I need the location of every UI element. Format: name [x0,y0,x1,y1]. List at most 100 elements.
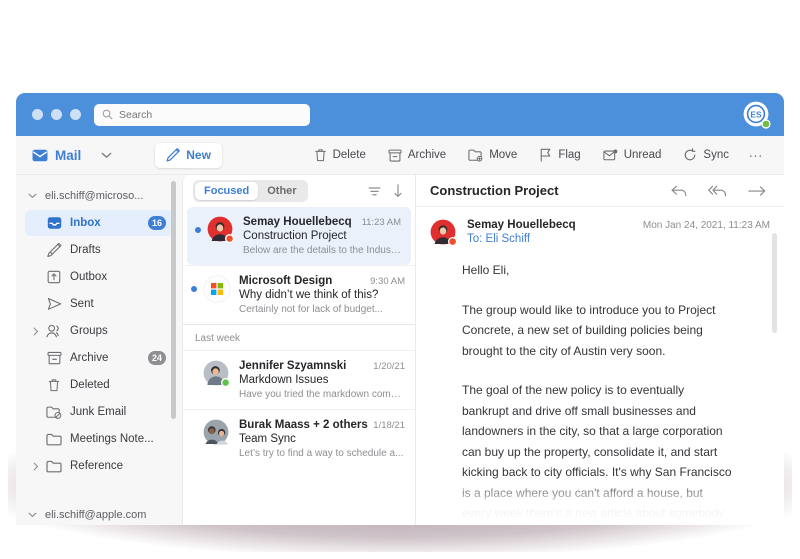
delete-button[interactable]: Delete [303,148,377,162]
sidebar-item-reference[interactable]: Reference [25,453,173,479]
account-email: eli.schiff@apple.com [45,509,147,521]
sync-button[interactable]: Sync [672,148,740,162]
envelope-dot-icon [603,148,618,162]
account-avatar[interactable]: ES [743,101,771,129]
tab-other[interactable]: Other [258,182,305,200]
move-button[interactable]: Move [457,148,528,162]
sidebar-item-sent[interactable]: Sent [25,291,173,317]
message-list-header: Focused Other [183,175,415,207]
sidebar-item-archive[interactable]: Archive 24 [25,345,173,371]
account-header-1[interactable]: eli.schiff@apple.com [16,502,182,525]
window-body: eli.schiff@microso... Inbox 16 Drafts Ou… [16,175,784,525]
message-subject: Construction Project [243,230,347,242]
chevron-right-icon[interactable] [29,462,43,471]
message-sender: Burak Maass + 2 others [239,419,368,431]
message-list-item[interactable]: Burak Maass + 2 others 1/18/21 Team Sync… [183,409,415,468]
sidebar-item-label: Deleted [70,379,110,391]
sync-label: Sync [703,149,729,161]
outbox-icon [43,270,65,284]
reading-pane: Construction Project Semay Houellebecq T… [416,175,784,525]
sender-meta: Semay Houellebecq To: Eli Schiff [467,219,643,247]
sidebar-item-groups[interactable]: Groups [25,318,173,344]
mail-window: ES Mail New [16,93,784,525]
message-subject: Markdown Issues [239,374,329,386]
filter-icon[interactable] [368,186,381,197]
compose-icon [166,148,181,162]
sender-avatar [430,219,458,247]
chevron-down-icon[interactable] [28,512,37,518]
message-preview: Let’s try to find a way to schedule a... [239,448,404,459]
folder-icon [43,460,65,473]
folder-move-icon [468,148,483,162]
message-time: 9:30 AM [370,276,405,287]
unread-count-badge: 16 [147,216,166,230]
message-sender: Jennifer Szyamnski [239,360,347,372]
sort-descending-icon[interactable] [393,184,403,198]
search-box[interactable] [94,103,310,126]
account-header-0[interactable]: eli.schiff@microso... [16,183,182,209]
folder-icon [43,433,65,446]
recipients[interactable]: To: Eli Schiff [467,233,643,245]
chevron-right-icon[interactable] [29,327,43,336]
sidebar-item-drafts[interactable]: Drafts [25,237,173,263]
message-list-pane: Focused Other Semay Houellebecq 11:23 AM… [182,175,416,525]
avatar [207,216,235,256]
unread-count-badge: 24 [147,351,166,365]
avatar [203,419,231,459]
new-message-button[interactable]: New [155,142,222,168]
sidebar-scrollbar[interactable] [171,181,176,419]
sidebar-item-label: Outbox [70,271,108,283]
tab-focused[interactable]: Focused [195,182,259,200]
flag-label: Flag [558,149,581,161]
message-time: 11:23 AM [361,217,401,228]
move-label: Move [489,149,518,161]
message-list-item[interactable]: Semay Houellebecq 11:23 AM Construction … [187,207,411,265]
forward-icon[interactable] [748,185,766,197]
message-time: 1/20/21 [373,361,405,372]
body-paragraph: The goal of the new policy is to eventua… [462,383,732,520]
sidebar-item-outbox[interactable]: Outbox [25,264,173,290]
message-date: Mon Jan 24, 2021, 11:23 AM [642,220,770,231]
chevron-down-icon[interactable] [28,193,37,199]
overflow-menu-button[interactable]: … [740,144,770,166]
message-subject: Team Sync [239,433,296,445]
reply-icon[interactable] [671,185,687,197]
message-subject-title: Construction Project [430,183,559,198]
archive-button[interactable]: Archive [377,149,457,162]
account-email: eli.schiff@microso... [45,190,144,202]
search-input[interactable] [119,108,302,121]
paper-plane-icon [43,297,65,311]
chevron-down-icon[interactable] [101,152,112,159]
inbox-icon [43,216,65,230]
sidebar-item-label: Inbox [70,217,101,229]
message-sender: Semay Houellebecq [243,216,352,228]
message-list-item[interactable]: Microsoft Design 9:30 AM Why didn’t we t… [183,265,415,324]
sidebar-item-inbox[interactable]: Inbox 16 [25,210,173,236]
app-switcher-mail[interactable]: Mail [32,148,81,163]
message-list-item[interactable]: Jennifer Szyamnski 1/20/21 Markdown Issu… [183,350,415,409]
sidebar-item-label: Drafts [70,244,101,256]
new-message-label: New [186,148,211,162]
unread-button[interactable]: Unread [592,148,673,162]
message-time: 1/18/21 [373,420,405,431]
sidebar-item-meetings-note[interactable]: Meetings Note... [25,426,173,452]
flag-button[interactable]: Flag [528,148,591,162]
sidebar-item-deleted[interactable]: Deleted [25,372,173,398]
reply-all-icon[interactable] [708,185,727,197]
unread-indicator-dot [191,286,197,292]
message-group-label: Last week [183,324,415,350]
reading-pane-scrollbar[interactable] [772,233,777,333]
sidebar-item-label: Sent [70,298,94,310]
minimize-window-button[interactable] [51,109,62,120]
sender-row: Semay Houellebecq To: Eli Schiff Mon Jan… [416,207,784,247]
focused-other-tabs: Focused Other [193,180,308,202]
people-icon [43,324,65,338]
sender-name: Semay Houellebecq [467,219,576,231]
maximize-window-button[interactable] [70,109,81,120]
avatar [203,360,231,400]
sync-icon [683,148,697,162]
sidebar-item-junk-email[interactable]: Junk Email [25,399,173,425]
reading-pane-header: Construction Project [416,175,784,207]
archive-box-icon [43,351,65,365]
close-window-button[interactable] [32,109,43,120]
